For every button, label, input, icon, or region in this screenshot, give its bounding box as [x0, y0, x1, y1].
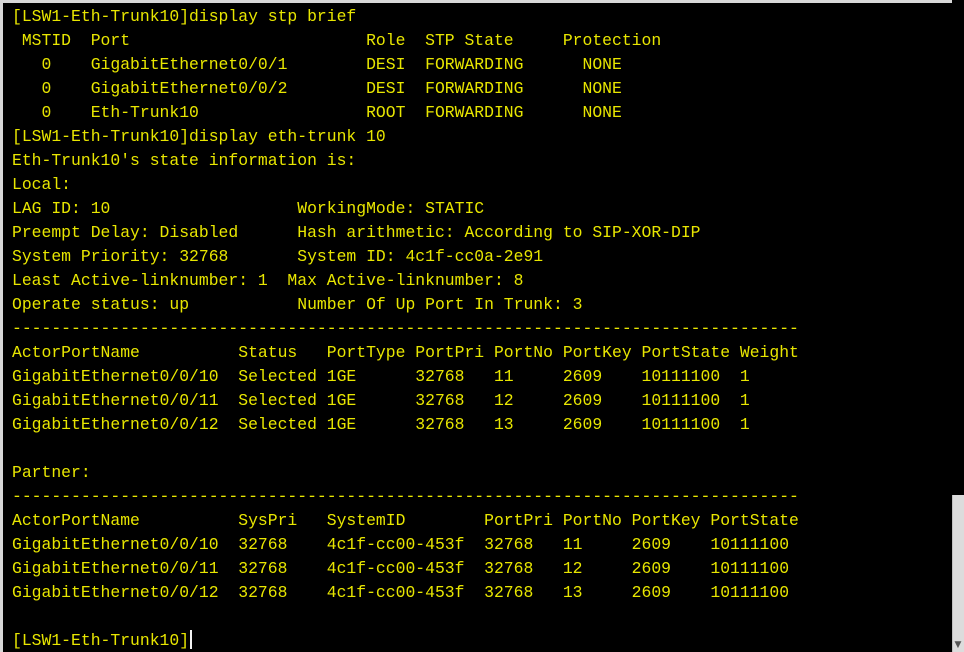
terminal-line: 0 Eth-Trunk10 ROOT FORWARDING NONE	[12, 103, 622, 122]
terminal-line: [LSW1-Eth-Trunk10]display stp brief	[12, 7, 357, 26]
terminal-line: GigabitEthernet0/0/10 Selected 1GE 32768…	[12, 367, 750, 386]
terminal-line: Partner:	[12, 463, 91, 482]
vertical-scrollbar[interactable]: ▼	[952, 0, 964, 652]
terminal-line: Eth-Trunk10's state information is:	[12, 151, 357, 170]
terminal-line: ActorPortName SysPri SystemID PortPri Po…	[12, 511, 799, 530]
terminal-line: System Priority: 32768 System ID: 4c1f-c…	[12, 247, 544, 266]
terminal-line: GigabitEthernet0/0/12 Selected 1GE 32768…	[12, 415, 750, 434]
separator-line: ----------------------------------------…	[12, 319, 799, 338]
terminal-line: 0 GigabitEthernet0/0/1 DESI FORWARDING N…	[12, 55, 622, 74]
terminal-line: Least Active-linknumber: 1 Max Active-li…	[12, 271, 524, 290]
terminal-line: LAG ID: 10 WorkingMode: STATIC	[12, 199, 485, 218]
terminal-line: MSTID Port Role STP State Protection	[12, 31, 662, 50]
chevron-down-icon[interactable]: ▼	[953, 640, 963, 650]
terminal-line: [LSW1-Eth-Trunk10]display eth-trunk 10	[12, 127, 386, 146]
terminal-line: GigabitEthernet0/0/11 Selected 1GE 32768…	[12, 391, 750, 410]
prompt-text: [LSW1-Eth-Trunk10]	[12, 631, 190, 650]
text-cursor	[190, 630, 193, 649]
terminal-line: 0 GigabitEthernet0/0/2 DESI FORWARDING N…	[12, 79, 622, 98]
terminal-line: ActorPortName Status PortType PortPri Po…	[12, 343, 799, 362]
terminal-line: Preempt Delay: Disabled Hash arithmetic:…	[12, 223, 701, 242]
terminal-window[interactable]: [LSW1-Eth-Trunk10]display stp brief MSTI…	[0, 0, 952, 652]
scrollbar-thumb[interactable]	[952, 495, 964, 652]
terminal-line: GigabitEthernet0/0/12 32768 4c1f-cc00-45…	[12, 583, 790, 602]
terminal-line: GigabitEthernet0/0/10 32768 4c1f-cc00-45…	[12, 535, 790, 554]
terminal-line: Operate status: up Number Of Up Port In …	[12, 295, 583, 314]
separator-line: ----------------------------------------…	[12, 487, 799, 506]
command-prompt[interactable]: [LSW1-Eth-Trunk10]	[12, 629, 952, 652]
terminal-line: GigabitEthernet0/0/11 32768 4c1f-cc00-45…	[12, 559, 790, 578]
terminal-line: Local:	[12, 175, 72, 194]
